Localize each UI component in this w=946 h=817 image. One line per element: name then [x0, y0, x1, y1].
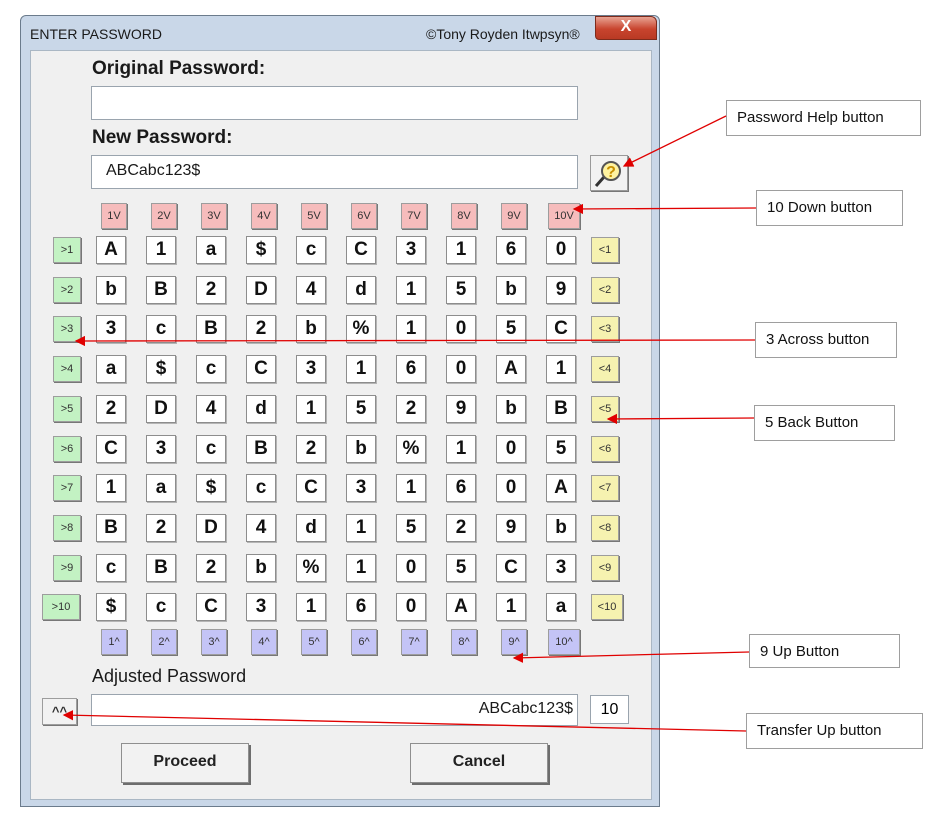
arrow-10-down: [572, 203, 757, 215]
arrow-password-help: [622, 115, 727, 167]
arrow-9-up: [512, 651, 750, 663]
arrow-transfer-up: [62, 710, 747, 732]
callout-arrows: [62, 115, 757, 732]
arrow-5-back: [606, 413, 755, 425]
arrow-3-across: [74, 335, 756, 347]
